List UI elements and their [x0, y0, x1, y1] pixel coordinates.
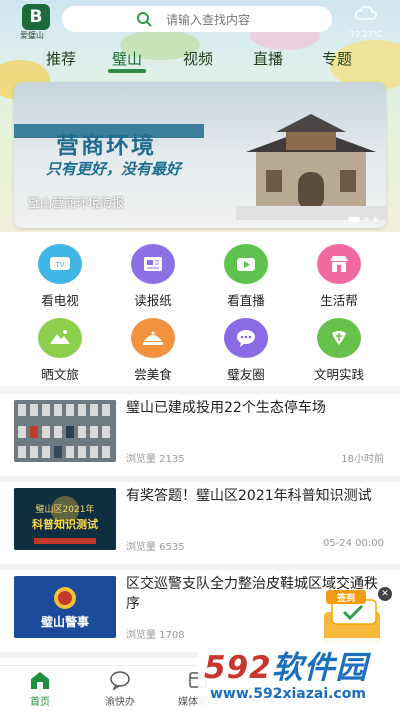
app-logo[interactable]: B	[22, 4, 50, 30]
service-label: 看电视	[41, 293, 79, 308]
watermark-url: www.592xiazai.com	[210, 686, 366, 702]
newspaper-icon	[131, 244, 175, 284]
weather-widget[interactable]: 19.27°C	[344, 4, 388, 39]
weather-temperature: 19.27°C	[349, 30, 383, 39]
news-thumbnail: 璧山警事	[14, 576, 116, 638]
news-thumbnail	[14, 400, 116, 462]
service-label: 璧友圈	[227, 367, 265, 382]
tab-recommend[interactable]: 推荐	[46, 48, 76, 69]
news-item[interactable]: 璧山区2021年 科普知识测试 有奖答题！璧山区2021年科普知识测试 浏览量 …	[0, 482, 400, 570]
news-item[interactable]: 璧山已建成投用22个生态停车场 浏览量 2135 18小时前	[0, 394, 400, 482]
video-icon	[224, 244, 268, 284]
chat-bubble-icon	[110, 671, 130, 690]
service-label: 文明实践	[313, 367, 364, 382]
banner-caption: 璧山营商环境海报	[28, 196, 125, 210]
search-input[interactable]: 请输入查找内容	[166, 11, 250, 28]
service-label: 生活帮	[320, 293, 358, 308]
news-title: 璧山已建成投用22个生态停车场	[126, 400, 326, 416]
home-icon	[31, 672, 49, 689]
banner-pagination	[348, 217, 378, 222]
search-bar[interactable]: 请输入查找内容	[62, 6, 332, 32]
shop-icon	[317, 244, 361, 284]
service-watch-tv[interactable]: TV 看电视	[20, 244, 100, 309]
nav-yukuaiban[interactable]: 渝快办	[90, 670, 150, 708]
banner-dot[interactable]	[373, 217, 378, 222]
top-bar: B 爱璧山 请输入查找内容 19.27°C	[0, 0, 400, 42]
watermark-overlay: 592软件园 www.592xiazai.com	[198, 638, 400, 711]
service-friends-circle[interactable]: 璧友圈	[206, 318, 286, 383]
news-thumbnail: 璧山区2021年 科普知识测试	[14, 488, 116, 550]
banner-title: 营商环境	[56, 133, 156, 159]
service-label: 尝美食	[134, 367, 172, 382]
dish-icon	[131, 318, 175, 358]
tv-icon: TV	[38, 244, 82, 284]
nav-home[interactable]: 首页	[10, 670, 70, 708]
service-label: 晒文旅	[41, 367, 79, 382]
service-food[interactable]: 尝美食	[113, 318, 193, 383]
chat-icon	[224, 318, 268, 358]
app-logo-label: 爱璧山	[20, 31, 44, 40]
close-icon[interactable]: ✕	[378, 587, 392, 601]
service-read-newspaper[interactable]: 读报纸	[113, 244, 193, 309]
service-life-help[interactable]: 生活帮	[299, 244, 379, 309]
nav-label: 首页	[30, 697, 50, 708]
cloud-icon	[355, 6, 377, 20]
tab-bishan[interactable]: 璧山	[107, 48, 147, 73]
news-time: 18小时前	[341, 454, 384, 465]
news-views: 浏览量 2135	[126, 454, 185, 465]
service-watch-live[interactable]: 看直播	[206, 244, 286, 309]
news-views: 浏览量 1708	[126, 630, 185, 641]
banner-subtitle: 只有更好，没有最好	[46, 160, 182, 178]
tab-video[interactable]: 视频	[183, 48, 213, 69]
news-views: 浏览量 6535	[126, 542, 185, 553]
service-civility-practice[interactable]: 文明实践	[299, 318, 379, 383]
civility-icon	[317, 318, 361, 358]
banner-dot-active[interactable]	[348, 217, 360, 222]
news-title: 有奖答题！璧山区2021年科普知识测试	[126, 488, 372, 504]
watermark-brand: 592软件园	[204, 642, 368, 687]
service-label: 看直播	[227, 293, 265, 308]
service-label: 读报纸	[134, 293, 172, 308]
quiz-thumb-line2: 科普知识测试	[32, 517, 98, 531]
service-culture-tourism[interactable]: 晒文旅	[20, 318, 100, 383]
tab-topics[interactable]: 专题	[322, 48, 352, 69]
watermark-brand-text: 软件园	[271, 650, 368, 686]
channel-tabs: 推荐 璧山 视频 直播 专题	[0, 44, 400, 73]
search-icon	[137, 12, 152, 27]
services-grid: TV 看电视 读报纸 看直播 生活帮 晒文旅 尝美食 璧友圈 文明实践	[0, 238, 400, 386]
watermark-brand-number: 592	[204, 650, 272, 686]
police-thumb-text: 璧山警事	[41, 614, 89, 629]
banner-carousel[interactable]: 营商环境 只有更好，没有最好 璧山营商环境海报	[14, 82, 386, 228]
signin-label: 签到	[336, 592, 355, 604]
banner-building-image	[236, 114, 386, 220]
svg-text:TV: TV	[54, 261, 64, 269]
section-divider	[0, 386, 400, 394]
tab-live[interactable]: 直播	[253, 48, 283, 69]
quiz-thumb-line1: 璧山区2021年	[36, 503, 95, 515]
mountain-icon	[38, 318, 82, 358]
news-time: 05-24 00:00	[322, 538, 384, 549]
banner-dot[interactable]	[364, 217, 369, 222]
nav-label: 渝快办	[105, 697, 135, 708]
